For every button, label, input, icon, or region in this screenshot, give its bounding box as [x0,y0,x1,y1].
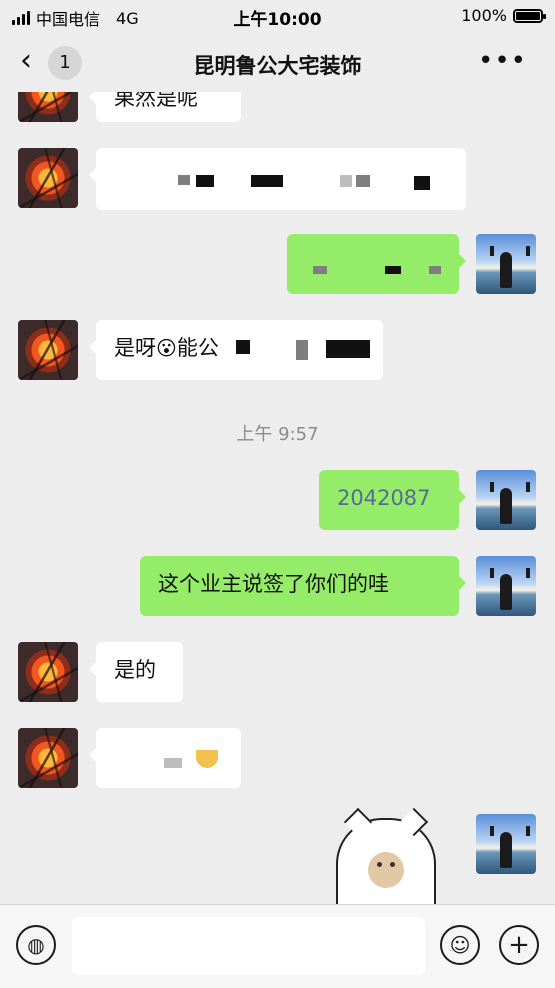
smile-icon[interactable]: ☺ [440,925,480,965]
battery-label: 100% [461,6,507,25]
message-bubble-incoming[interactable]: 是呀😮能公 [89,320,383,380]
redaction-mark [296,340,308,360]
message-bubble-outgoing[interactable] [287,234,466,294]
surprised-emoji-icon: 😮 [156,336,177,360]
cat-face-sticker[interactable] [336,818,436,904]
redaction-mark [340,175,352,187]
message-list[interactable]: 果然是呢 是呀😮能公 上午 9:57 2042087 这个业主说签了你们的哇 是… [0,92,555,904]
battery-group: 100% [461,6,546,25]
message-input[interactable] [72,917,425,975]
redaction-mark [356,175,370,187]
redaction-mark [236,340,250,354]
redaction-mark [414,176,430,190]
redaction-mark [326,340,370,358]
message-bubble-incoming[interactable] [89,148,466,210]
message-text-number[interactable]: 2042087 [337,486,431,510]
unread-badge[interactable]: 1 [48,46,82,80]
redaction-mark [429,266,441,274]
redaction-mark [196,175,214,187]
plus-icon[interactable]: + [499,925,539,965]
redaction-mark [385,266,401,274]
battery-icon [513,8,546,23]
message-text: 是的 [114,658,156,682]
chevron-left-icon[interactable]: ‹ [20,46,44,76]
message-bubble-outgoing[interactable]: 这个业主说签了你们的哇 [140,556,466,616]
message-text: 果然是呢 [114,92,198,110]
redaction-mark [178,175,190,185]
chat-title: 昆明鲁公大宅装饰 [193,54,362,78]
my-avatar[interactable] [476,234,536,294]
contact-avatar[interactable] [18,642,78,702]
redaction-mark [164,758,182,768]
contact-avatar[interactable] [18,92,78,122]
redaction-mark [251,175,283,187]
voice-icon[interactable]: ◍ [16,925,56,965]
message-text: 这个业主说签了你们的哇 [158,572,389,596]
chat-timestamp: 上午 9:57 [236,424,319,445]
more-icon[interactable]: ••• [478,46,527,76]
contact-avatar[interactable] [18,728,78,788]
contact-avatar[interactable] [18,148,78,208]
emoji-icon [196,750,218,768]
message-bubble-incoming[interactable]: 果然是呢 [89,92,241,122]
contact-avatar[interactable] [18,320,78,380]
redaction-mark [313,266,327,274]
message-bubble-outgoing[interactable]: 2042087 [319,470,466,530]
my-avatar[interactable] [476,470,536,530]
my-avatar[interactable] [476,814,536,874]
message-text: 是呀 [114,336,156,360]
input-bar: ◍ ☺ + [0,904,555,988]
message-bubble-incoming[interactable]: 是的 [89,642,183,702]
my-avatar[interactable] [476,556,536,616]
status-bar: 中国电信 4G 上午10:00 100% [0,0,555,32]
message-bubble-incoming[interactable] [89,728,241,788]
message-text-suffix: 能公 [176,336,219,360]
chat-header: ‹ 1 昆明鲁公大宅装饰 ••• [0,32,555,92]
